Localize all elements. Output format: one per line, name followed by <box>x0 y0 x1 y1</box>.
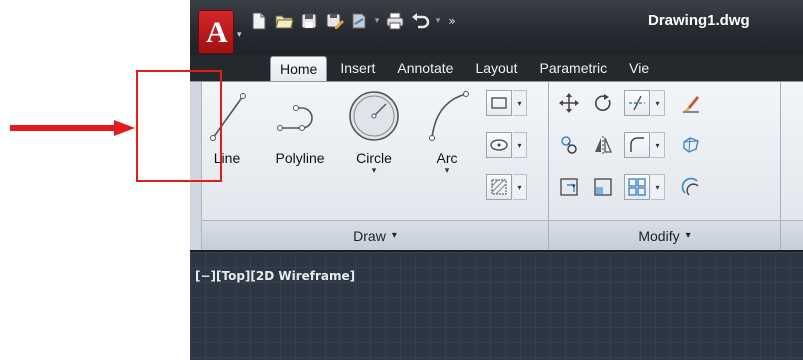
print-icon[interactable] <box>384 10 406 32</box>
rectangle-dropdown-icon[interactable]: ▾ <box>513 90 527 116</box>
polyline-tool-label: Polyline <box>275 150 325 166</box>
tab-parametric[interactable]: Parametric <box>530 56 616 80</box>
ellipse-tool-button[interactable]: ▾ <box>486 132 532 158</box>
offset-icon[interactable] <box>678 174 704 200</box>
ribbon-tabs: Home Insert Annotate Layout Parametric V… <box>270 56 662 83</box>
app-menu-chevron-icon: ▾ <box>237 30 242 40</box>
stretch-icon[interactable] <box>556 174 582 200</box>
tab-insert[interactable]: Insert <box>331 56 384 80</box>
modify-panel-title[interactable]: Modify ▾ <box>549 220 780 250</box>
fillet-icon <box>624 132 650 158</box>
hatch-tool-button[interactable]: ▾ <box>486 174 532 200</box>
explode-icon[interactable] <box>678 132 704 158</box>
circle-tool-button[interactable]: Circle ▾ <box>346 86 402 196</box>
fillet-tool-button[interactable]: ▾ <box>624 132 670 158</box>
tab-annotate[interactable]: Annotate <box>388 56 462 80</box>
undo-icon[interactable] <box>409 10 431 32</box>
viewport-controls[interactable]: [−][Top][2D Wireframe] <box>195 269 355 283</box>
erase-icon[interactable] <box>678 90 704 116</box>
red-arrow-annotation <box>10 120 135 136</box>
autocad-window: A ▾ ▾ ▾ » Drawing1.dwg Home Insert Annot… <box>190 0 803 360</box>
rotate-icon[interactable] <box>590 90 616 116</box>
open-file-icon[interactable] <box>273 10 295 32</box>
autocad-logo-icon: A <box>198 10 234 54</box>
draw-panel-label: Draw <box>353 227 386 244</box>
arc-dropdown-icon[interactable]: ▾ <box>422 166 472 176</box>
trim-icon <box>624 90 650 116</box>
move-icon[interactable] <box>556 90 582 116</box>
draw-panel-title[interactable]: Draw ▾ <box>202 220 548 250</box>
array-dropdown-icon[interactable]: ▾ <box>651 174 665 200</box>
new-file-icon[interactable] <box>248 10 270 32</box>
save-as-icon[interactable] <box>323 10 345 32</box>
tab-layout[interactable]: Layout <box>466 56 526 80</box>
fillet-dropdown-icon[interactable]: ▾ <box>651 132 665 158</box>
polyline-tool-button[interactable]: Polyline <box>270 86 330 196</box>
qat-more-icon[interactable]: » <box>445 14 459 28</box>
circle-icon <box>349 91 399 141</box>
hatch-dropdown-icon[interactable]: ▾ <box>513 174 527 200</box>
ellipse-dropdown-icon[interactable]: ▾ <box>513 132 527 158</box>
drawing-viewport[interactable]: [−][Top][2D Wireframe] <box>190 250 803 360</box>
arc-tool-button[interactable]: Arc ▾ <box>422 86 472 196</box>
polyline-icon <box>277 105 313 131</box>
circle-tool-label: Circle <box>356 150 392 166</box>
screenshot-stage: A ▾ ▾ ▾ » Drawing1.dwg Home Insert Annot… <box>0 0 803 360</box>
copy-icon[interactable] <box>556 132 582 158</box>
draw-panel-expand-icon: ▾ <box>391 230 397 241</box>
trim-dropdown-icon[interactable]: ▾ <box>651 90 665 116</box>
modify-panel-label: Modify <box>638 227 680 244</box>
rectangle-tool-button[interactable]: ▾ <box>486 90 532 116</box>
tab-view[interactable]: Vie <box>620 56 658 80</box>
save-icon[interactable] <box>298 10 320 32</box>
array-icon <box>624 174 650 200</box>
array-tool-button[interactable]: ▾ <box>624 174 670 200</box>
red-highlight-box <box>136 70 222 182</box>
next-panel-title <box>781 220 803 250</box>
mirror-icon[interactable] <box>590 132 616 158</box>
trim-tool-button[interactable]: ▾ <box>624 90 670 116</box>
ellipse-icon <box>486 132 512 158</box>
modify-panel-expand-icon: ▾ <box>685 230 691 241</box>
tab-home[interactable]: Home <box>270 56 328 83</box>
quick-access-toolbar: ▾ ▾ » <box>248 8 459 34</box>
qat-dropdown-icon[interactable]: ▾ <box>373 16 381 26</box>
document-title: Drawing1.dwg <box>648 12 750 29</box>
application-menu-button[interactable]: A ▾ <box>198 10 242 54</box>
title-bar: A ▾ ▾ ▾ » Drawing1.dwg <box>190 0 803 55</box>
undo-dropdown-icon[interactable]: ▾ <box>434 16 442 26</box>
rectangle-icon <box>486 90 512 116</box>
plot-icon[interactable] <box>348 10 370 32</box>
arc-tool-label: Arc <box>436 150 458 166</box>
hatch-icon <box>486 174 512 200</box>
arc-icon <box>429 91 469 141</box>
scale-icon[interactable] <box>590 174 616 200</box>
circle-dropdown-icon[interactable]: ▾ <box>346 166 402 176</box>
ribbon-panel-area: Line Polyline Circle ▾ Arc ▾ ▾ ▾ ▾ ▾ ▾ ▾… <box>190 81 803 250</box>
